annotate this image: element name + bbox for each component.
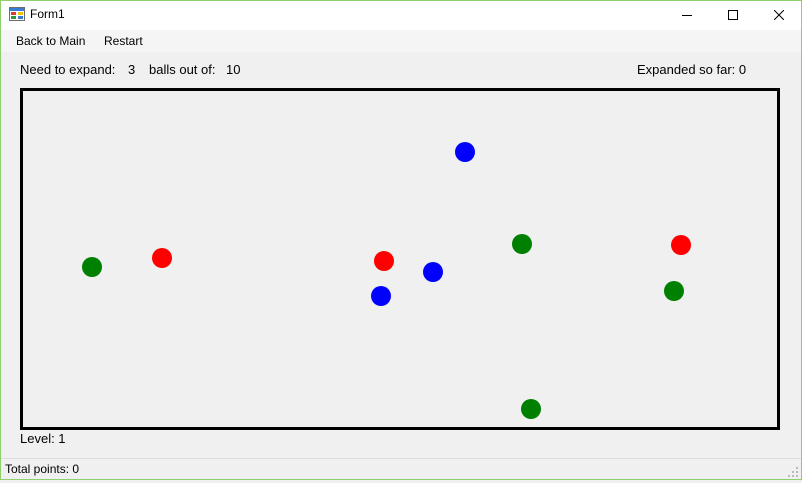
balls-out-of-label: balls out of: xyxy=(149,62,216,77)
window-title: Form1 xyxy=(30,7,65,21)
blue-ball[interactable] xyxy=(423,262,443,282)
status-bar xyxy=(0,458,802,480)
expanded-so-far-label: Expanded so far: 0 xyxy=(637,62,747,77)
minimize-icon xyxy=(682,15,692,16)
red-ball[interactable] xyxy=(374,251,394,271)
blue-ball[interactable] xyxy=(371,286,391,306)
level-label: Level: 1 xyxy=(20,431,66,446)
red-ball[interactable] xyxy=(671,235,691,255)
minimize-button[interactable] xyxy=(664,0,710,30)
close-button[interactable] xyxy=(756,0,802,30)
close-icon xyxy=(774,10,784,20)
maximize-button[interactable] xyxy=(710,0,756,30)
resize-grip-icon[interactable] xyxy=(787,465,799,477)
green-ball[interactable] xyxy=(512,234,532,254)
need-to-expand-value: 3 xyxy=(128,62,136,77)
balls-total-value: 10 xyxy=(226,62,241,77)
menu-item-restart[interactable]: Restart xyxy=(97,30,150,52)
app-icon[interactable] xyxy=(9,6,25,22)
blue-ball[interactable] xyxy=(455,142,475,162)
ball-field[interactable] xyxy=(23,91,777,427)
green-ball[interactable] xyxy=(664,281,684,301)
need-to-expand-label: Need to expand: xyxy=(20,62,116,77)
game-panel[interactable] xyxy=(20,88,780,430)
red-ball[interactable] xyxy=(152,248,172,268)
total-points-label: Total points: 0 xyxy=(5,462,80,476)
menu-item-back-to-main[interactable]: Back to Main xyxy=(9,30,92,52)
green-ball[interactable] xyxy=(521,399,541,419)
maximize-icon xyxy=(728,10,738,20)
green-ball[interactable] xyxy=(82,257,102,277)
